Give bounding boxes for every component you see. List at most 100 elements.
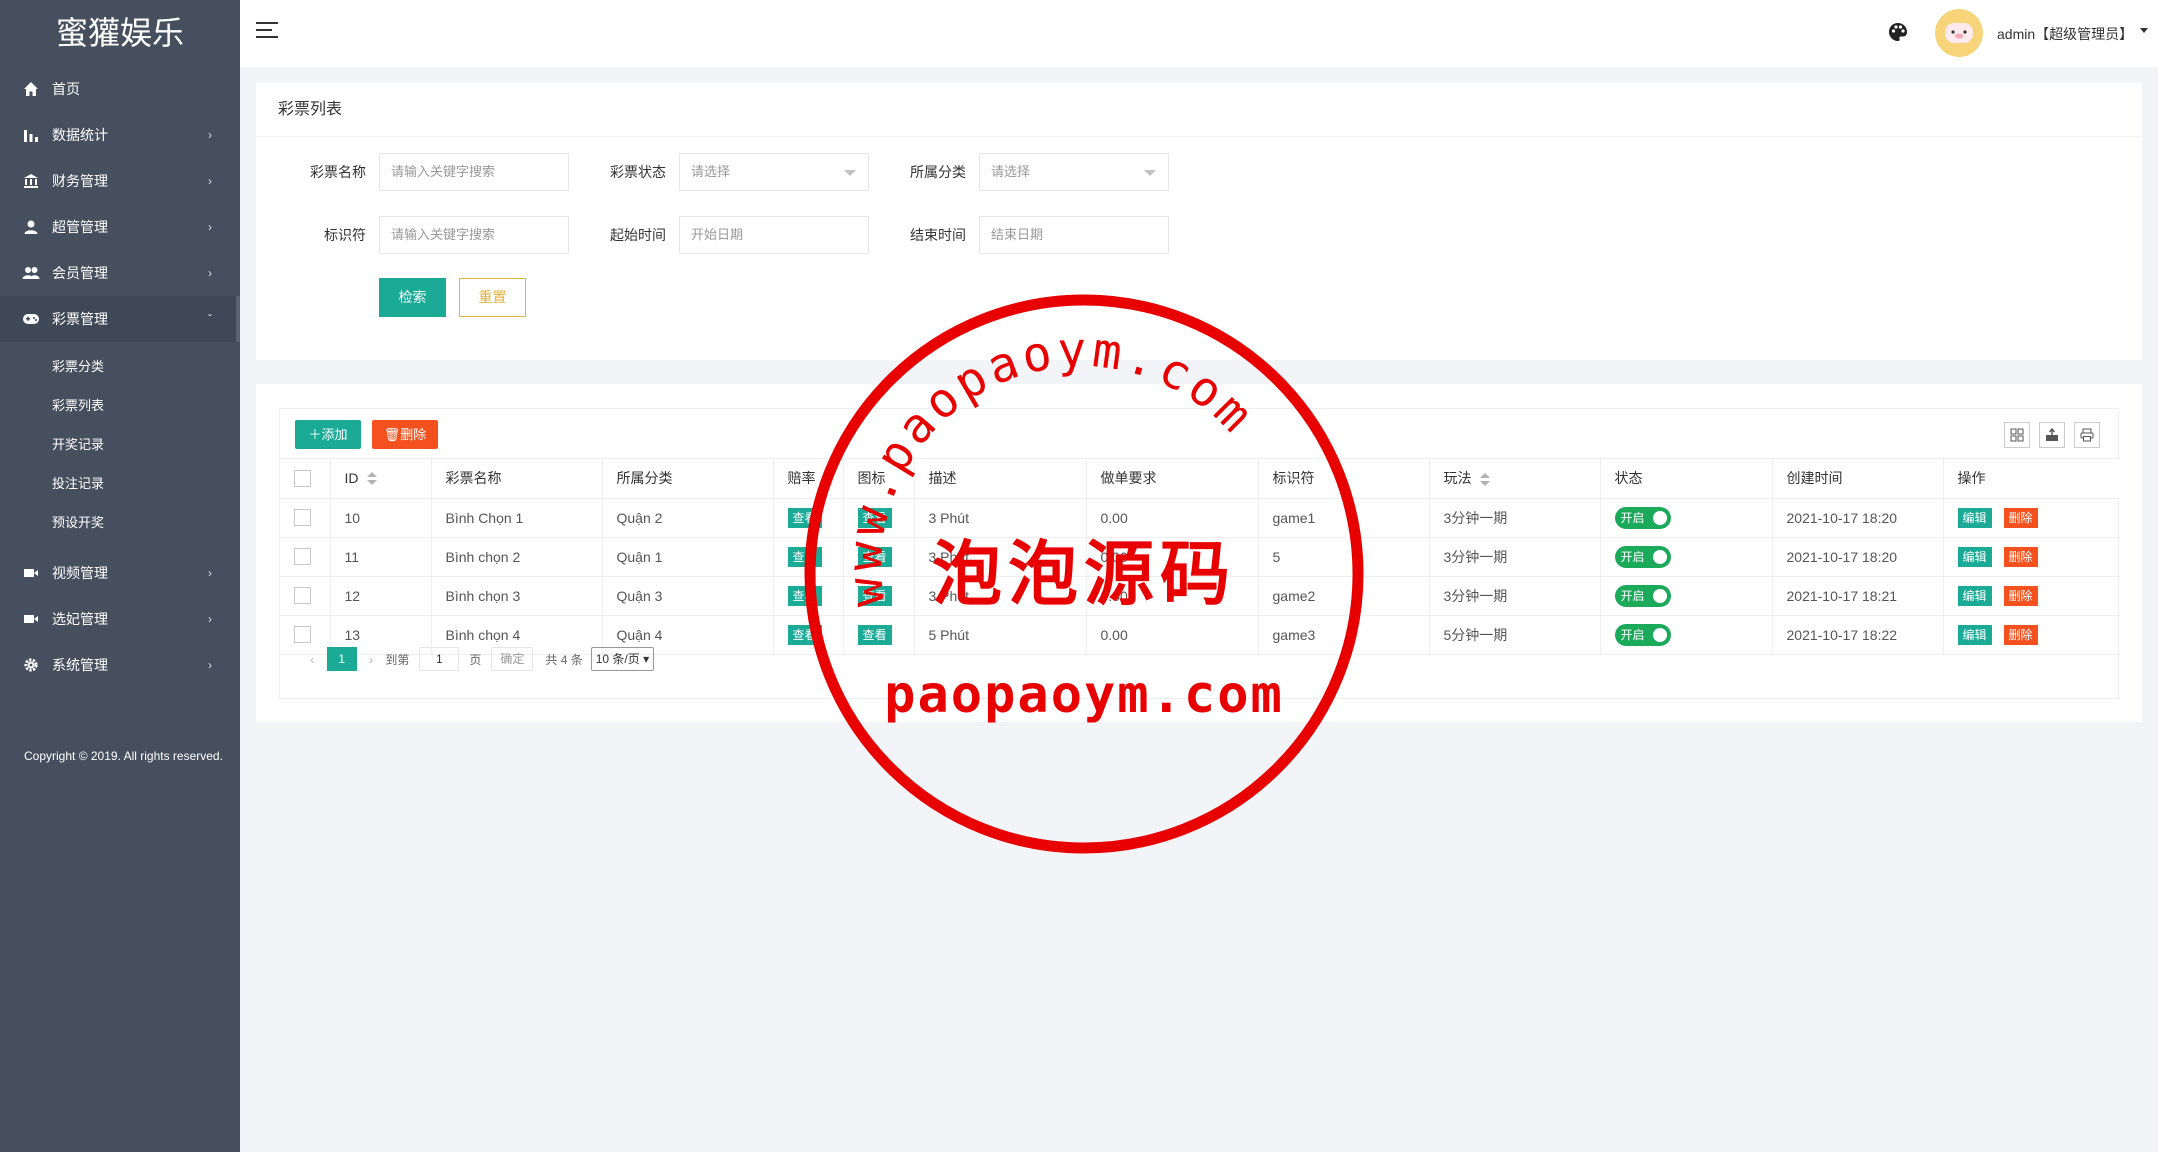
view-icon-button[interactable]: 查看 (857, 546, 892, 567)
lottery-status-select[interactable]: 请选择 (679, 153, 869, 191)
col-play[interactable]: 玩法 (1429, 459, 1601, 499)
view-odds-button[interactable]: 查看 (787, 546, 822, 567)
sidebar-item-label: 超管管理 (52, 219, 108, 235)
category-select[interactable]: 请选择 (979, 153, 1169, 191)
view-icon-button[interactable]: 查看 (857, 507, 892, 528)
cell-created: 2021-10-17 18:21 (1772, 576, 1944, 616)
user-menu[interactable]: admin【超级管理员】 (1997, 24, 2133, 44)
page-number-input[interactable]: 1 (419, 647, 460, 671)
prev-page-icon[interactable]: ‹ (310, 651, 315, 667)
search-button[interactable]: 检索 (379, 278, 446, 317)
chevron-right-icon: › (208, 658, 212, 672)
end-date-input[interactable]: 结束日期 (979, 216, 1169, 254)
users-icon (22, 264, 40, 282)
reset-button[interactable]: 重置 (459, 278, 526, 317)
sidebar-menu: 首页 数据统计 › 财务管理 › 超管管理 › 会员管理 › 彩票管理 ˇ 彩票… (0, 66, 240, 688)
sidebar-item-concubine[interactable]: 选妃管理 › (0, 596, 240, 642)
status-toggle[interactable]: 开启 (1614, 506, 1671, 529)
cell-name: Bình Chọn 1 (431, 498, 603, 538)
row-checkbox[interactable] (294, 587, 311, 605)
video-icon (22, 564, 40, 582)
start-date-input[interactable]: 开始日期 (679, 216, 869, 254)
page-1-button[interactable]: 1 (326, 647, 357, 671)
cell-id: 11 (330, 537, 432, 577)
sidebar-subitem-bet-records[interactable]: 投注记录 (0, 464, 240, 503)
col-description: 描述 (914, 459, 1087, 499)
col-id[interactable]: ID (330, 459, 432, 499)
sidebar-item-home[interactable]: 首页 (0, 66, 240, 112)
view-odds-button[interactable]: 查看 (787, 624, 822, 645)
delete-button-label: 删除 (400, 427, 427, 442)
cell-created: 2021-10-17 18:22 (1772, 615, 1944, 655)
sidebar-subitem-draw-records[interactable]: 开奖记录 (0, 425, 240, 464)
cell-category: Quận 2 (602, 498, 774, 538)
sidebar-item-label: 视频管理 (52, 565, 108, 581)
top-header: admin【超级管理员】 (240, 0, 2158, 67)
total-count: 共 4 条 (545, 652, 583, 667)
row-checkbox[interactable] (294, 548, 311, 566)
goto-confirm-button[interactable]: 确定 (491, 647, 534, 671)
sidebar-item-video[interactable]: 视频管理 › (0, 550, 240, 596)
page-size-select[interactable]: 10 条/页 ▾ (590, 647, 655, 671)
chevron-down-icon: ˇ (208, 312, 212, 326)
view-odds-button[interactable]: 查看 (787, 507, 822, 528)
user-icon (22, 218, 40, 236)
gear-icon (22, 656, 40, 674)
table-toolbar: ＋添加 🗑︎删除 (280, 409, 2118, 459)
add-button[interactable]: ＋添加 (295, 420, 361, 449)
lottery-submenu: 彩票分类 彩票列表 开奖记录 投注记录 预设开奖 (0, 342, 240, 550)
view-icon-button[interactable]: 查看 (857, 624, 892, 645)
hamburger-icon[interactable] (256, 22, 278, 42)
sort-icon[interactable] (1479, 472, 1490, 487)
sidebar-item-members[interactable]: 会员管理 › (0, 250, 240, 296)
row-checkbox[interactable] (294, 509, 311, 527)
edit-button[interactable]: 编辑 (1957, 624, 1992, 645)
delete-button[interactable]: 删除 (2003, 585, 2038, 606)
view-icon-button[interactable]: 查看 (857, 585, 892, 606)
print-icon[interactable] (2074, 422, 2100, 448)
table-row: 12 Bình chọn 3 Quận 3 查看 查看 3 Phút 0.00 … (280, 576, 2120, 616)
sidebar-item-admins[interactable]: 超管管理 › (0, 204, 240, 250)
edit-button[interactable]: 编辑 (1957, 507, 1992, 528)
edit-button[interactable]: 编辑 (1957, 585, 1992, 606)
batch-delete-button[interactable]: 🗑︎删除 (372, 420, 438, 449)
chevron-right-icon: › (208, 612, 212, 626)
status-toggle[interactable]: 开启 (1614, 584, 1671, 607)
status-toggle[interactable]: 开启 (1614, 545, 1671, 568)
sort-icon[interactable] (366, 472, 377, 486)
lottery-name-input[interactable]: 请输入关键字搜索 (379, 153, 569, 191)
sidebar-subitem-lottery-category[interactable]: 彩票分类 (0, 347, 240, 386)
col-icon: 图标 (843, 459, 915, 499)
sidebar-subitem-lottery-list[interactable]: 彩票列表 (0, 386, 240, 425)
caret-down-icon[interactable] (2140, 28, 2148, 33)
sidebar-item-finance[interactable]: 财务管理 › (0, 158, 240, 204)
delete-button[interactable]: 删除 (2003, 507, 2038, 528)
toggle-label: 开启 (1620, 549, 1645, 564)
identifier-input[interactable]: 请输入关键字搜索 (379, 216, 569, 254)
cell-identifier: 5 (1258, 537, 1430, 577)
palette-icon[interactable] (1888, 22, 1910, 44)
sidebar-item-system[interactable]: 系统管理 › (0, 642, 240, 688)
toggle-label: 开启 (1620, 588, 1645, 603)
sidebar-subitem-preset-draw[interactable]: 预设开奖 (0, 503, 240, 542)
delete-button[interactable]: 删除 (2003, 624, 2038, 645)
sidebar-item-lottery[interactable]: 彩票管理 ˇ (0, 296, 240, 342)
columns-filter-icon[interactable] (2004, 422, 2030, 448)
next-page-icon[interactable]: › (369, 651, 374, 667)
view-odds-button[interactable]: 查看 (787, 585, 822, 606)
identifier-label: 标识符 (324, 227, 366, 243)
status-toggle[interactable]: 开启 (1614, 623, 1671, 646)
add-button-label: 添加 (321, 427, 348, 442)
export-icon[interactable] (2039, 422, 2065, 448)
avatar[interactable] (1935, 9, 1983, 57)
select-all-checkbox[interactable] (294, 470, 311, 488)
select-placeholder: 请选择 (991, 164, 1031, 179)
cell-category: Quận 3 (602, 576, 774, 616)
cell-requirement: 0.00 (1086, 537, 1259, 577)
sidebar-item-label: 会员管理 (52, 265, 108, 281)
edit-button[interactable]: 编辑 (1957, 546, 1992, 567)
delete-button[interactable]: 删除 (2003, 546, 2038, 567)
page-title: 彩票列表 (256, 83, 2142, 137)
sidebar-item-stats[interactable]: 数据统计 › (0, 112, 240, 158)
page-size-value: 10 条/页 (595, 652, 640, 666)
